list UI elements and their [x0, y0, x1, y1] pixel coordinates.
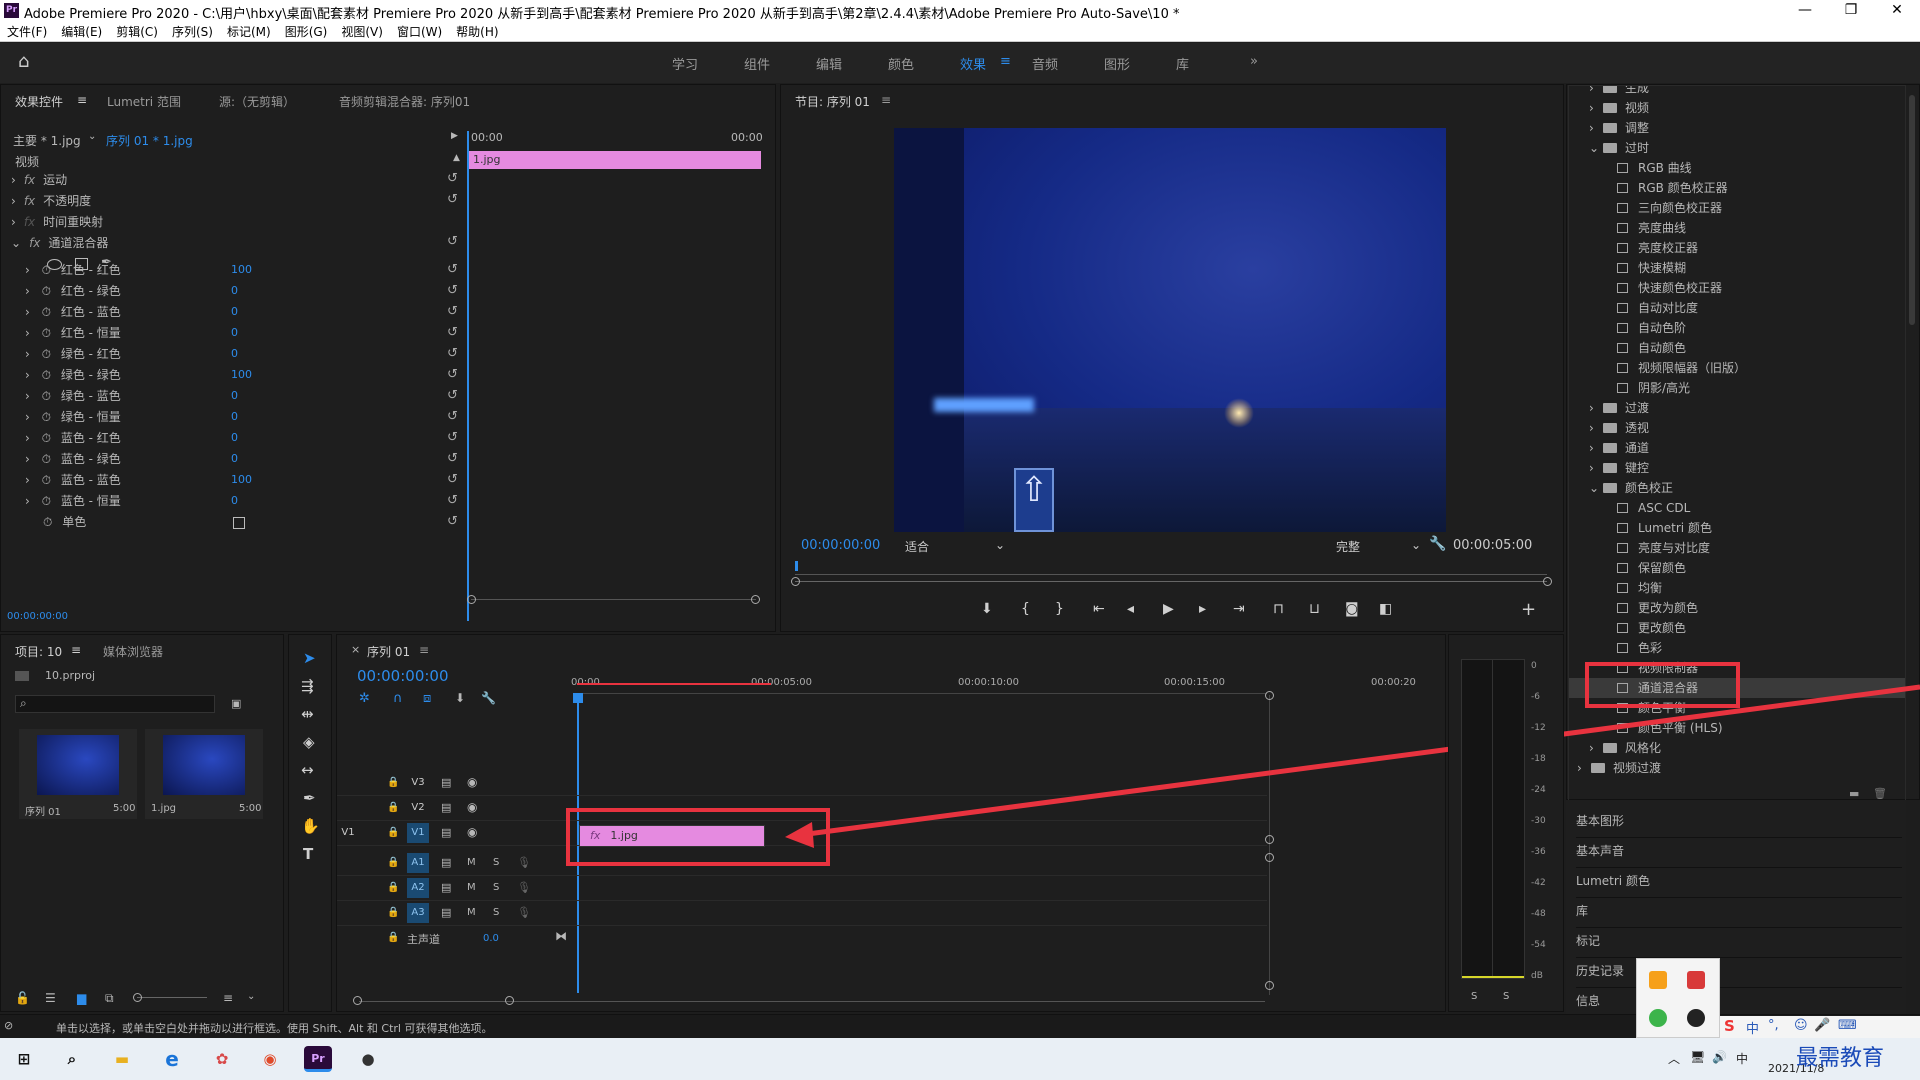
qq-icon[interactable] — [1687, 1009, 1705, 1027]
ime-mode-label[interactable]: 中 — [1746, 1018, 1759, 1037]
sogou-icon[interactable]: S — [1724, 1017, 1735, 1035]
meter-divider — [1492, 660, 1493, 978]
tray-overflow-popup — [1636, 958, 1720, 1038]
app-icon[interactable]: ✿ — [208, 1046, 236, 1072]
tray-app-icon[interactable] — [1687, 971, 1705, 989]
tray-up-icon[interactable]: ︿ — [1668, 1050, 1680, 1067]
status-text: 单击以选择，或单击空白处并拖动以进行框选。使用 Shift、Alt 和 Ctrl… — [56, 1022, 493, 1035]
meter-scale-label: -48 — [1531, 909, 1546, 919]
tray-app-icon[interactable] — [1649, 971, 1667, 989]
windows-start-icon[interactable]: ⊞ — [10, 1046, 38, 1072]
meter-scale-label: -18 — [1531, 754, 1546, 764]
taskbar: ⊞ ⌕ ▬ e ✿ ◉ Pr ● ︿ 🖥 🔊 中 2021/11/8 最需教育 — [0, 1038, 1920, 1080]
meter-scale-label: -36 — [1531, 847, 1546, 857]
meter-scale-label: -24 — [1531, 785, 1546, 795]
volume-icon[interactable]: 🔊 — [1712, 1050, 1727, 1064]
meter-scale-label: -42 — [1531, 878, 1546, 888]
search-icon[interactable]: ⌕ — [58, 1046, 86, 1072]
ime-tray-icon[interactable]: 中 — [1736, 1050, 1748, 1067]
ime-mic-icon[interactable]: 🎤 — [1814, 1018, 1830, 1033]
ime-keyboard-icon[interactable]: ⌨ — [1838, 1018, 1857, 1033]
ime-punct-icon[interactable]: °, — [1768, 1018, 1779, 1033]
drag-arrow-overlay — [785, 684, 1920, 848]
arrow-head-icon — [785, 822, 814, 848]
meter-level — [1462, 976, 1524, 978]
meter-solo-left[interactable]: S — [1471, 991, 1477, 1002]
ime-emoji-icon[interactable]: ☺ — [1794, 1018, 1808, 1033]
meter-scale-label: -12 — [1531, 723, 1546, 733]
meter-scale-label: -54 — [1531, 940, 1546, 950]
watermark-text: 最需教育 — [1796, 1046, 1885, 1071]
status-bar: ⊘ 单击以选择，或单击空白处并拖动以进行框选。使用 Shift、Alt 和 Ct… — [0, 1014, 1920, 1038]
meter-scale-label: dB — [1531, 971, 1543, 981]
meter-solo-right[interactable]: S — [1503, 991, 1509, 1002]
premiere-taskbar-icon[interactable]: Pr — [304, 1046, 332, 1072]
drag-arrow-line — [799, 684, 1920, 838]
file-explorer-icon[interactable]: ▬ — [108, 1046, 136, 1072]
app-icon[interactable]: ● — [354, 1046, 382, 1072]
edge-icon[interactable]: e — [158, 1046, 186, 1072]
network-icon[interactable]: 🖥 — [1690, 1050, 1705, 1064]
tray-app-icon[interactable] — [1649, 1009, 1667, 1027]
audio-meter-panel: 0 -6 -12 -18 -24 -30 -36 -42 -48 -54 dB S S — [1448, 634, 1564, 1012]
status-icon: ⊘ — [4, 1019, 14, 1032]
ime-toolbar: S 中 °, ☺ 🎤 ⌨ — [1720, 1016, 1920, 1038]
chrome-icon[interactable]: ◉ — [256, 1046, 284, 1072]
meter-bars — [1461, 659, 1525, 979]
meter-scale-label: -6 — [1531, 692, 1540, 702]
meter-scale-label: -30 — [1531, 816, 1546, 826]
meter-scale-label: 0 — [1531, 661, 1537, 671]
